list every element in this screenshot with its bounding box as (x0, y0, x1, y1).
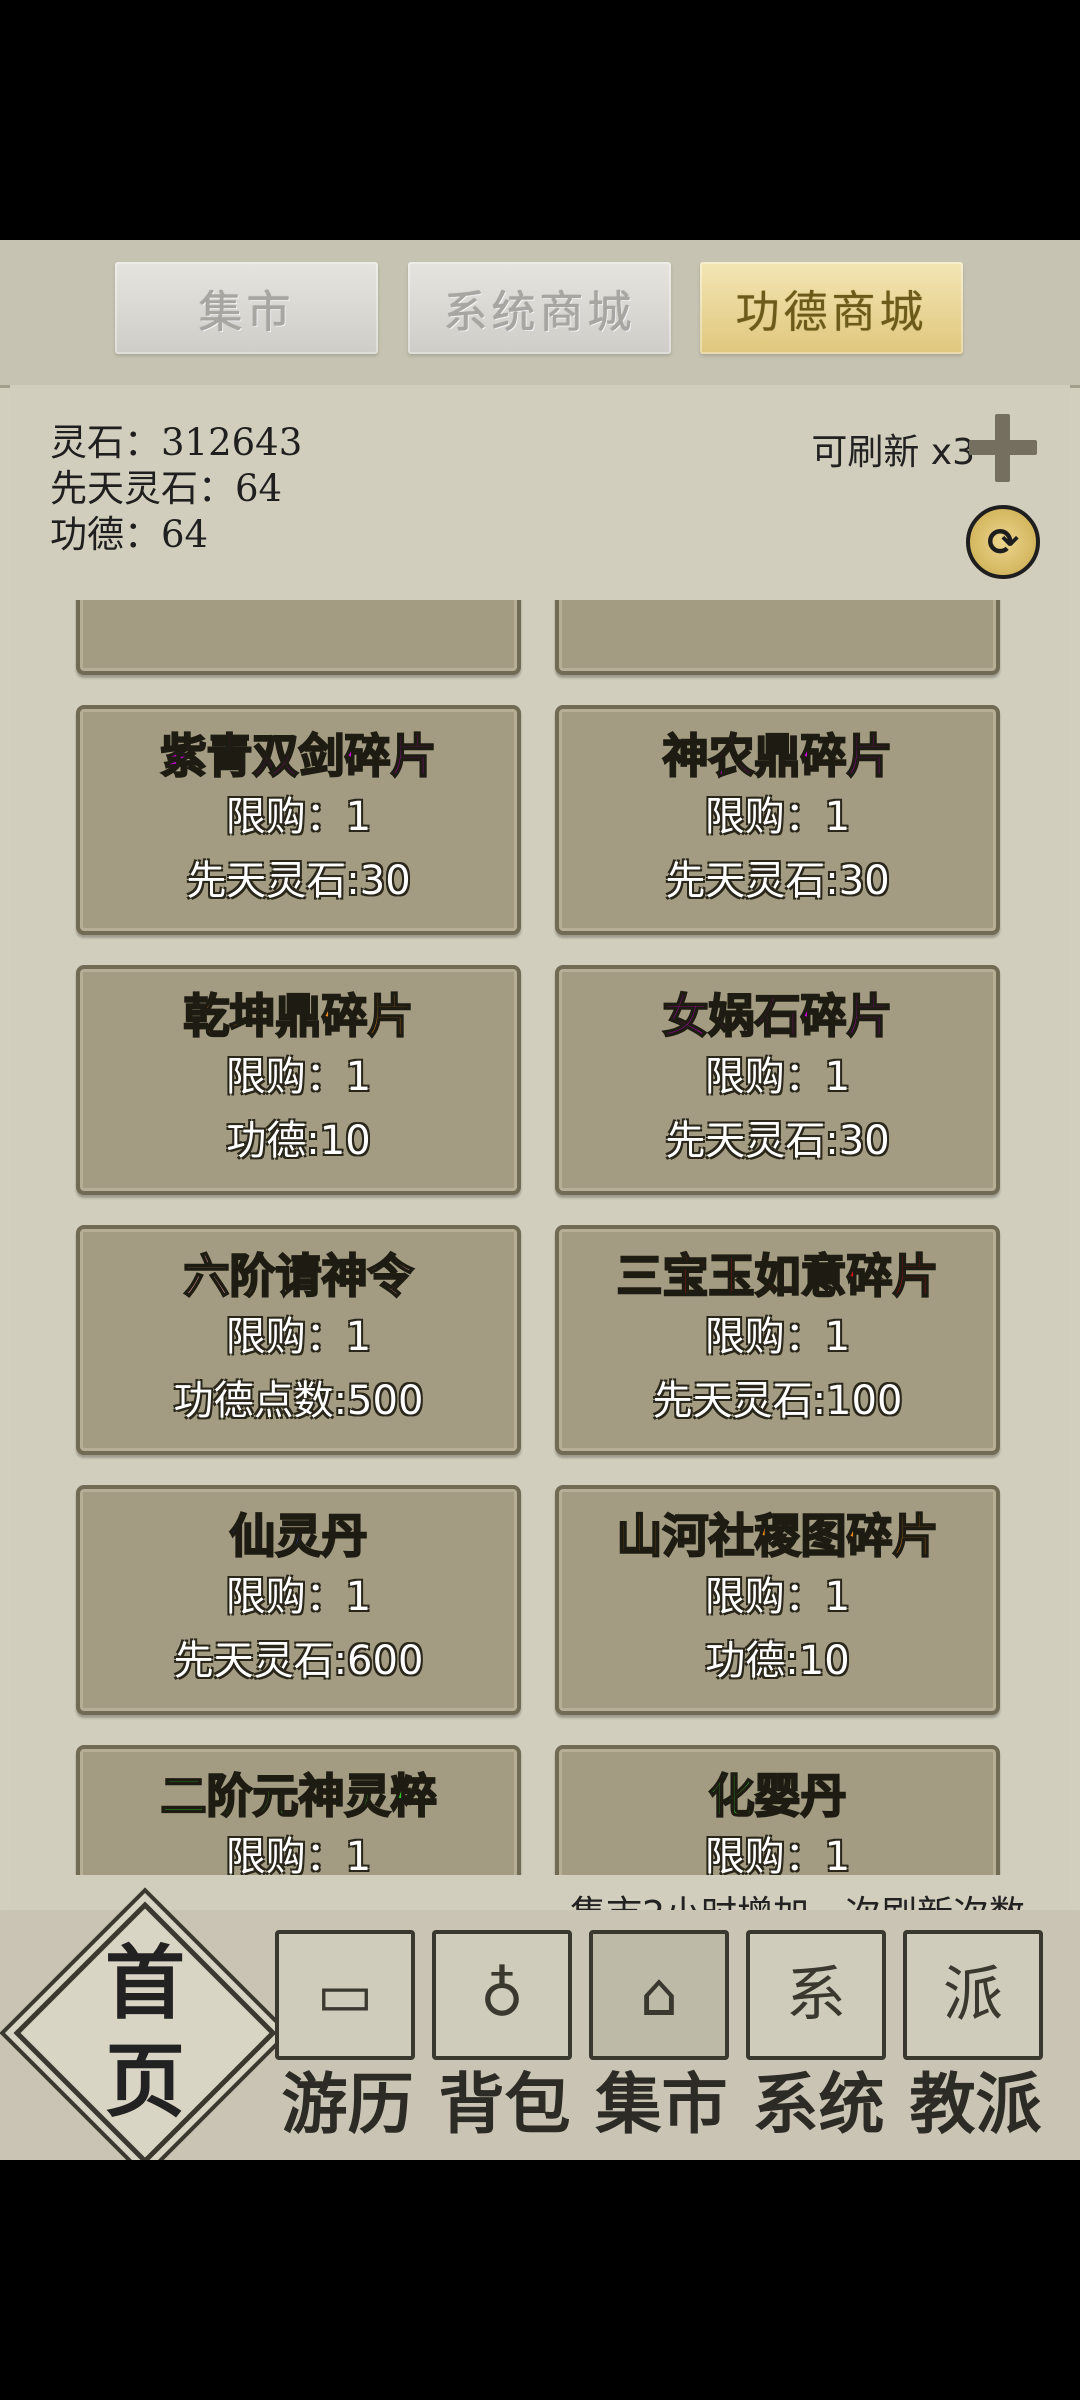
item-name: 神农鼎碎片 (662, 728, 894, 784)
chest-icon: ▭ (275, 1930, 415, 2060)
item-price: 先天灵石:30 (665, 1118, 890, 1164)
nav-market[interactable]: ⌂ 集市 (589, 1930, 734, 2150)
nav-bag-label: 背包 (438, 2065, 571, 2143)
spirit-stone-row: 灵石：312643 (50, 420, 302, 466)
nav-travel-label: 游历 (281, 2065, 414, 2143)
nav-travel[interactable]: ▭ 游历 (275, 1930, 420, 2150)
item-purchase-limit: 限购：1 (704, 794, 851, 840)
item-purchase-limit: 限购：1 (225, 1574, 372, 1620)
currency-stats: 灵石：312643 先天灵石：64 功德：64 (50, 420, 302, 558)
refresh-cycle-icon[interactable]: ⟳ (966, 505, 1040, 579)
item-price: 先天灵石:30 (665, 858, 890, 904)
item-name: 女娲石碎片 (662, 988, 894, 1044)
item-purchase-limit: 限购：1 (225, 1834, 372, 1875)
item-name: 仙灵丹 (229, 1508, 369, 1564)
item-purchase-limit: 限购：1 (704, 1314, 851, 1360)
item-name: 山河社稷图碎片 (616, 1508, 940, 1564)
merit-row: 功德：64 (50, 512, 302, 558)
shop-item-card[interactable]: 紫青双剑碎片限购：1 先天灵石:30 (76, 705, 521, 935)
shop-item-card[interactable]: 三宝玉如意碎片限购：1 先天灵石:100 (555, 1225, 1000, 1455)
item-purchase-limit: 限购：1 (225, 1314, 372, 1360)
home-label: 首 页 (30, 1934, 260, 2130)
item-name: 二阶元神灵粹 (160, 1768, 438, 1824)
shop-item-card[interactable]: 乾坤鼎碎片限购：1 功德:10 (76, 965, 521, 1195)
bag-icon: ♁ (432, 1930, 572, 2060)
system-seal-icon: 系 (746, 1930, 886, 2060)
item-name: 乾坤鼎碎片 (183, 988, 415, 1044)
home-label-top: 首 (105, 1936, 185, 2030)
item-name: 三宝玉如意碎片 (616, 1248, 940, 1304)
item-price: 先天灵石:600 (173, 1638, 424, 1684)
shop-panel: 灵石：312643 先天灵石：64 功德：64 可刷新 x3 ⟳ 先天灵石:30… (10, 385, 1070, 2090)
shop-item-card[interactable]: 先天灵石:300 (555, 600, 1000, 675)
shop-item-card[interactable]: 二阶元神灵粹限购：1 (76, 1745, 521, 1875)
tab-merit-shop[interactable]: 功德商城 (700, 262, 963, 354)
shop-item-card[interactable]: 化婴丹限购：1 (555, 1745, 1000, 1875)
innate-stone-row: 先天灵石：64 (50, 466, 302, 512)
innate-stone-value: 64 (235, 467, 283, 510)
nav-system[interactable]: 系 系统 (746, 1930, 891, 2150)
nav-sect[interactable]: 派 教派 (903, 1930, 1048, 2150)
spirit-stone-label: 灵石： (50, 421, 161, 464)
innate-stone-label: 先天灵石： (50, 467, 235, 510)
tab-market[interactable]: 集市 (115, 262, 378, 354)
stall-icon: ⌂ (589, 1930, 729, 2060)
item-name: 化婴丹 (708, 1768, 848, 1824)
item-price: 功德:10 (705, 1638, 850, 1684)
item-name: 紫青双剑碎片 (160, 728, 438, 784)
tab-system-shop[interactable]: 系统商城 (408, 262, 671, 354)
shop-item-card[interactable]: 仙灵丹限购：1 先天灵石:600 (76, 1485, 521, 1715)
item-purchase-limit: 限购：1 (225, 1054, 372, 1100)
item-purchase-limit: 限购：1 (704, 1834, 851, 1875)
shop-item-card[interactable]: 六阶请神令限购：1 功德点数:500 (76, 1225, 521, 1455)
item-name: 六阶请神令 (183, 1248, 415, 1304)
refresh-count-label: 可刷新 x3 (811, 432, 975, 473)
nav-system-label: 系统 (752, 2065, 885, 2143)
spirit-stone-value: 312643 (161, 421, 303, 464)
item-purchase-limit: 限购：1 (704, 1574, 851, 1620)
item-purchase-limit: 限购：1 (225, 794, 372, 840)
item-price: 先天灵石:100 (652, 1378, 903, 1424)
item-price: 功德点数:500 (173, 1378, 424, 1424)
item-price: 先天灵石:30 (186, 858, 411, 904)
home-label-bottom: 页 (105, 2034, 185, 2128)
item-price: 功德:10 (226, 1118, 371, 1164)
plus-icon[interactable] (965, 410, 1040, 485)
nav-bag[interactable]: ♁ 背包 (432, 1930, 577, 2150)
shop-item-card[interactable]: 女娲石碎片限购：1 先天灵石:30 (555, 965, 1000, 1195)
sect-scroll-icon: 派 (903, 1930, 1043, 2060)
shop-item-card[interactable]: 山河社稷图碎片限购：1 功德:10 (555, 1485, 1000, 1715)
shop-item-card[interactable]: 神农鼎碎片限购：1 先天灵石:30 (555, 705, 1000, 935)
item-purchase-limit: 限购：1 (704, 1054, 851, 1100)
shop-item-card[interactable]: 先天灵石:30 (76, 600, 521, 675)
shop-tabs: 集市 系统商城 功德商城 (0, 240, 1080, 388)
home-button[interactable]: 首 页 (13, 1901, 277, 2160)
item-grid[interactable]: 先天灵石:30先天灵石:300紫青双剑碎片限购：1先天灵石:30神农鼎碎片限购：… (10, 600, 1070, 1875)
bottom-nav: 首 页 ▭ 游历 ♁ 背包 ⌂ 集市 系 系统 派 教派 (0, 1901, 1080, 2160)
merit-label: 功德： (50, 513, 161, 556)
merit-value: 64 (161, 513, 209, 556)
app-screen: 集市 系统商城 功德商城 灵石：312643 先天灵石：64 功德：64 可刷新… (0, 240, 1080, 2160)
nav-market-label: 集市 (595, 2065, 728, 2143)
nav-sect-label: 教派 (909, 2065, 1042, 2143)
